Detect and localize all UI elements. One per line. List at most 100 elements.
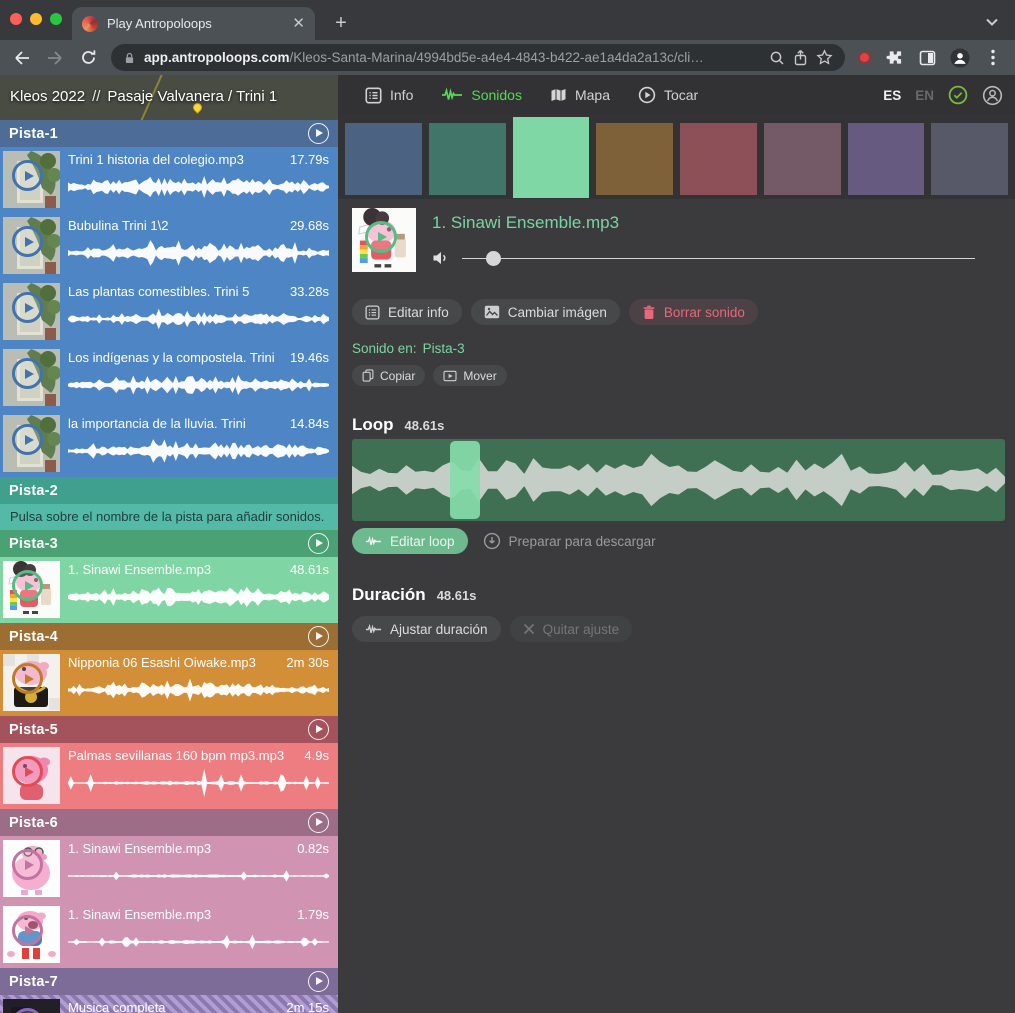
palette-swatch-7[interactable] xyxy=(848,123,925,195)
tab-sonidos[interactable]: Sonidos xyxy=(432,75,531,115)
lock-icon xyxy=(123,50,136,66)
clip-thumbnail[interactable] xyxy=(3,151,60,208)
clip-thumbnail[interactable] xyxy=(3,217,60,274)
bookmark-star-icon[interactable] xyxy=(816,49,833,66)
track-header-pista-7[interactable]: Pista-7 xyxy=(0,968,338,995)
clip-row[interactable]: 1. Sinawi Ensemble.mp348.61s xyxy=(0,557,338,623)
track-play-button-icon[interactable] xyxy=(308,626,329,647)
back-button[interactable] xyxy=(12,50,32,66)
breadcrumb-map-photo[interactable]: Kleos 2022//Pasaje Valvanera / Trini 1 xyxy=(0,75,338,120)
sound-play-overlay-icon[interactable] xyxy=(365,221,397,253)
sound-location-track-link[interactable]: Pista-3 xyxy=(423,341,465,356)
share-icon[interactable] xyxy=(793,49,808,66)
sync-check-icon[interactable] xyxy=(948,85,968,105)
menu-kebab-icon[interactable] xyxy=(983,49,1003,66)
copy-button[interactable]: Copiar xyxy=(352,365,425,386)
track-play-button-icon[interactable] xyxy=(308,971,329,992)
clip-row[interactable]: Las plantas comestibles. Trini 533.28s xyxy=(0,279,338,345)
clip-thumbnail[interactable] xyxy=(3,415,60,472)
track-header-pista-6[interactable]: Pista-6 xyxy=(0,809,338,836)
sound-header-right: 1. Sinawi Ensemble.mp3 xyxy=(432,208,1005,272)
track-play-button-icon[interactable] xyxy=(308,123,329,144)
clip-title-row: 1. Sinawi Ensemble.mp31.79s xyxy=(68,907,329,922)
change-image-button[interactable]: Cambiar imágen xyxy=(471,299,620,325)
address-bar[interactable]: app.antropoloops.com/Kleos-Santa-Marina/… xyxy=(111,44,845,71)
track-header-pista-2[interactable]: Pista-2 xyxy=(0,477,338,504)
track-header-pista-5[interactable]: Pista-5 xyxy=(0,716,338,743)
loop-playhead[interactable] xyxy=(450,441,480,519)
lang-es-button[interactable]: ES xyxy=(883,88,901,103)
sound-thumbnail[interactable] xyxy=(352,208,416,272)
browser-window: Play Antropoloops ✕ + app.antropoloops.c… xyxy=(0,0,1015,1013)
prepare-download-button[interactable]: Preparar para descargar xyxy=(483,532,656,550)
tab-search-chevron-icon[interactable] xyxy=(985,14,999,32)
palette-swatch-1[interactable] xyxy=(345,123,422,195)
track-play-button-icon[interactable] xyxy=(308,812,329,833)
loop-waveform-editor[interactable] xyxy=(352,439,1005,521)
traffic-light-zoom[interactable] xyxy=(50,13,62,25)
clip-title: Palmas sevillanas 160 bpm mp3.mp3 xyxy=(68,748,284,763)
lang-en-button[interactable]: EN xyxy=(915,88,934,103)
clip-thumbnail[interactable] xyxy=(3,349,60,406)
clip-thumbnail[interactable] xyxy=(3,747,60,804)
clip-duration: 4.9s xyxy=(304,748,329,763)
clip-thumbnail[interactable] xyxy=(3,561,60,618)
volume-icon[interactable] xyxy=(432,250,449,266)
edit-loop-button[interactable]: Editar loop xyxy=(352,528,468,554)
track-play-button-icon[interactable] xyxy=(308,719,329,740)
track-header-pista-4[interactable]: Pista-4 xyxy=(0,623,338,650)
clip-row[interactable]: la importancia de la lluvia. Trini14.84s xyxy=(0,411,338,477)
clip-row[interactable]: Musica completa2m 15s xyxy=(0,995,338,1013)
tab-tocar[interactable]: Tocar xyxy=(629,75,707,115)
volume-slider[interactable] xyxy=(462,251,975,266)
traffic-light-close[interactable] xyxy=(10,13,22,25)
zoom-page-icon[interactable] xyxy=(769,50,785,66)
palette-swatch-6[interactable] xyxy=(764,123,841,195)
remove-adjust-button[interactable]: Quitar ajuste xyxy=(510,616,633,642)
traffic-light-minimize[interactable] xyxy=(30,13,42,25)
palette-swatch-2[interactable] xyxy=(429,123,506,195)
delete-sound-button[interactable]: Borrar sonido xyxy=(629,299,758,325)
breadcrumb-project[interactable]: Kleos 2022 xyxy=(10,88,85,105)
clip-thumbnail[interactable] xyxy=(3,840,60,897)
clip-row[interactable]: Trini 1 historia del colegio.mp317.79s xyxy=(0,147,338,213)
clip-thumbnail[interactable] xyxy=(3,283,60,340)
move-button[interactable]: Mover xyxy=(433,365,506,386)
clip-row[interactable]: Nipponia 06 Esashi Oiwake.mp32m 30s xyxy=(0,650,338,716)
reload-button[interactable] xyxy=(78,49,98,66)
tab-info[interactable]: Info xyxy=(356,75,422,115)
account-icon[interactable] xyxy=(982,85,1003,106)
browser-tab[interactable]: Play Antropoloops ✕ xyxy=(72,7,315,40)
clip-row[interactable]: 1. Sinawi Ensemble.mp30.82s xyxy=(0,836,338,902)
edit-info-button[interactable]: Editar info xyxy=(352,299,462,325)
track-header-pista-1[interactable]: Pista-1 xyxy=(0,120,338,147)
profile-avatar-icon[interactable] xyxy=(950,47,970,69)
tab-mapa[interactable]: Mapa xyxy=(541,75,619,115)
palette-swatch-3[interactable] xyxy=(513,117,590,198)
download-icon xyxy=(483,532,501,550)
clip-row[interactable]: 1. Sinawi Ensemble.mp31.79s xyxy=(0,902,338,968)
track-header-pista-3[interactable]: Pista-3 xyxy=(0,530,338,557)
palette-swatch-8[interactable] xyxy=(931,123,1008,195)
palette-swatch-4[interactable] xyxy=(596,123,673,195)
loop-label: Loop xyxy=(352,415,394,435)
recording-indicator-icon[interactable] xyxy=(858,51,871,64)
track-play-button-icon[interactable] xyxy=(308,533,329,554)
tab-close-icon[interactable]: ✕ xyxy=(292,16,305,31)
palette-swatch-5[interactable] xyxy=(680,123,757,195)
play-triangle-icon xyxy=(316,818,323,826)
clip-thumbnail[interactable] xyxy=(3,654,60,711)
clip-row[interactable]: Los indígenas y la compostela. Trini19.4… xyxy=(0,345,338,411)
clip-title: la importancia de la lluvia. Trini xyxy=(68,416,246,431)
clip-thumbnail[interactable] xyxy=(3,906,60,963)
side-panel-icon[interactable] xyxy=(917,50,937,66)
new-tab-button[interactable]: + xyxy=(328,10,354,36)
clip-thumbnail[interactable] xyxy=(3,999,60,1013)
adjust-duration-button[interactable]: Ajustar duración xyxy=(352,616,501,642)
forward-button[interactable] xyxy=(45,50,65,66)
extensions-puzzle-icon[interactable] xyxy=(884,49,904,66)
volume-slider-thumb[interactable] xyxy=(486,251,501,266)
clip-row[interactable]: Palmas sevillanas 160 bpm mp3.mp3 4.9s xyxy=(0,743,338,809)
clip-row[interactable]: Bubulina Trini 1\229.68s xyxy=(0,213,338,279)
breadcrumb-page[interactable]: Pasaje Valvanera / Trini 1 xyxy=(107,88,277,105)
